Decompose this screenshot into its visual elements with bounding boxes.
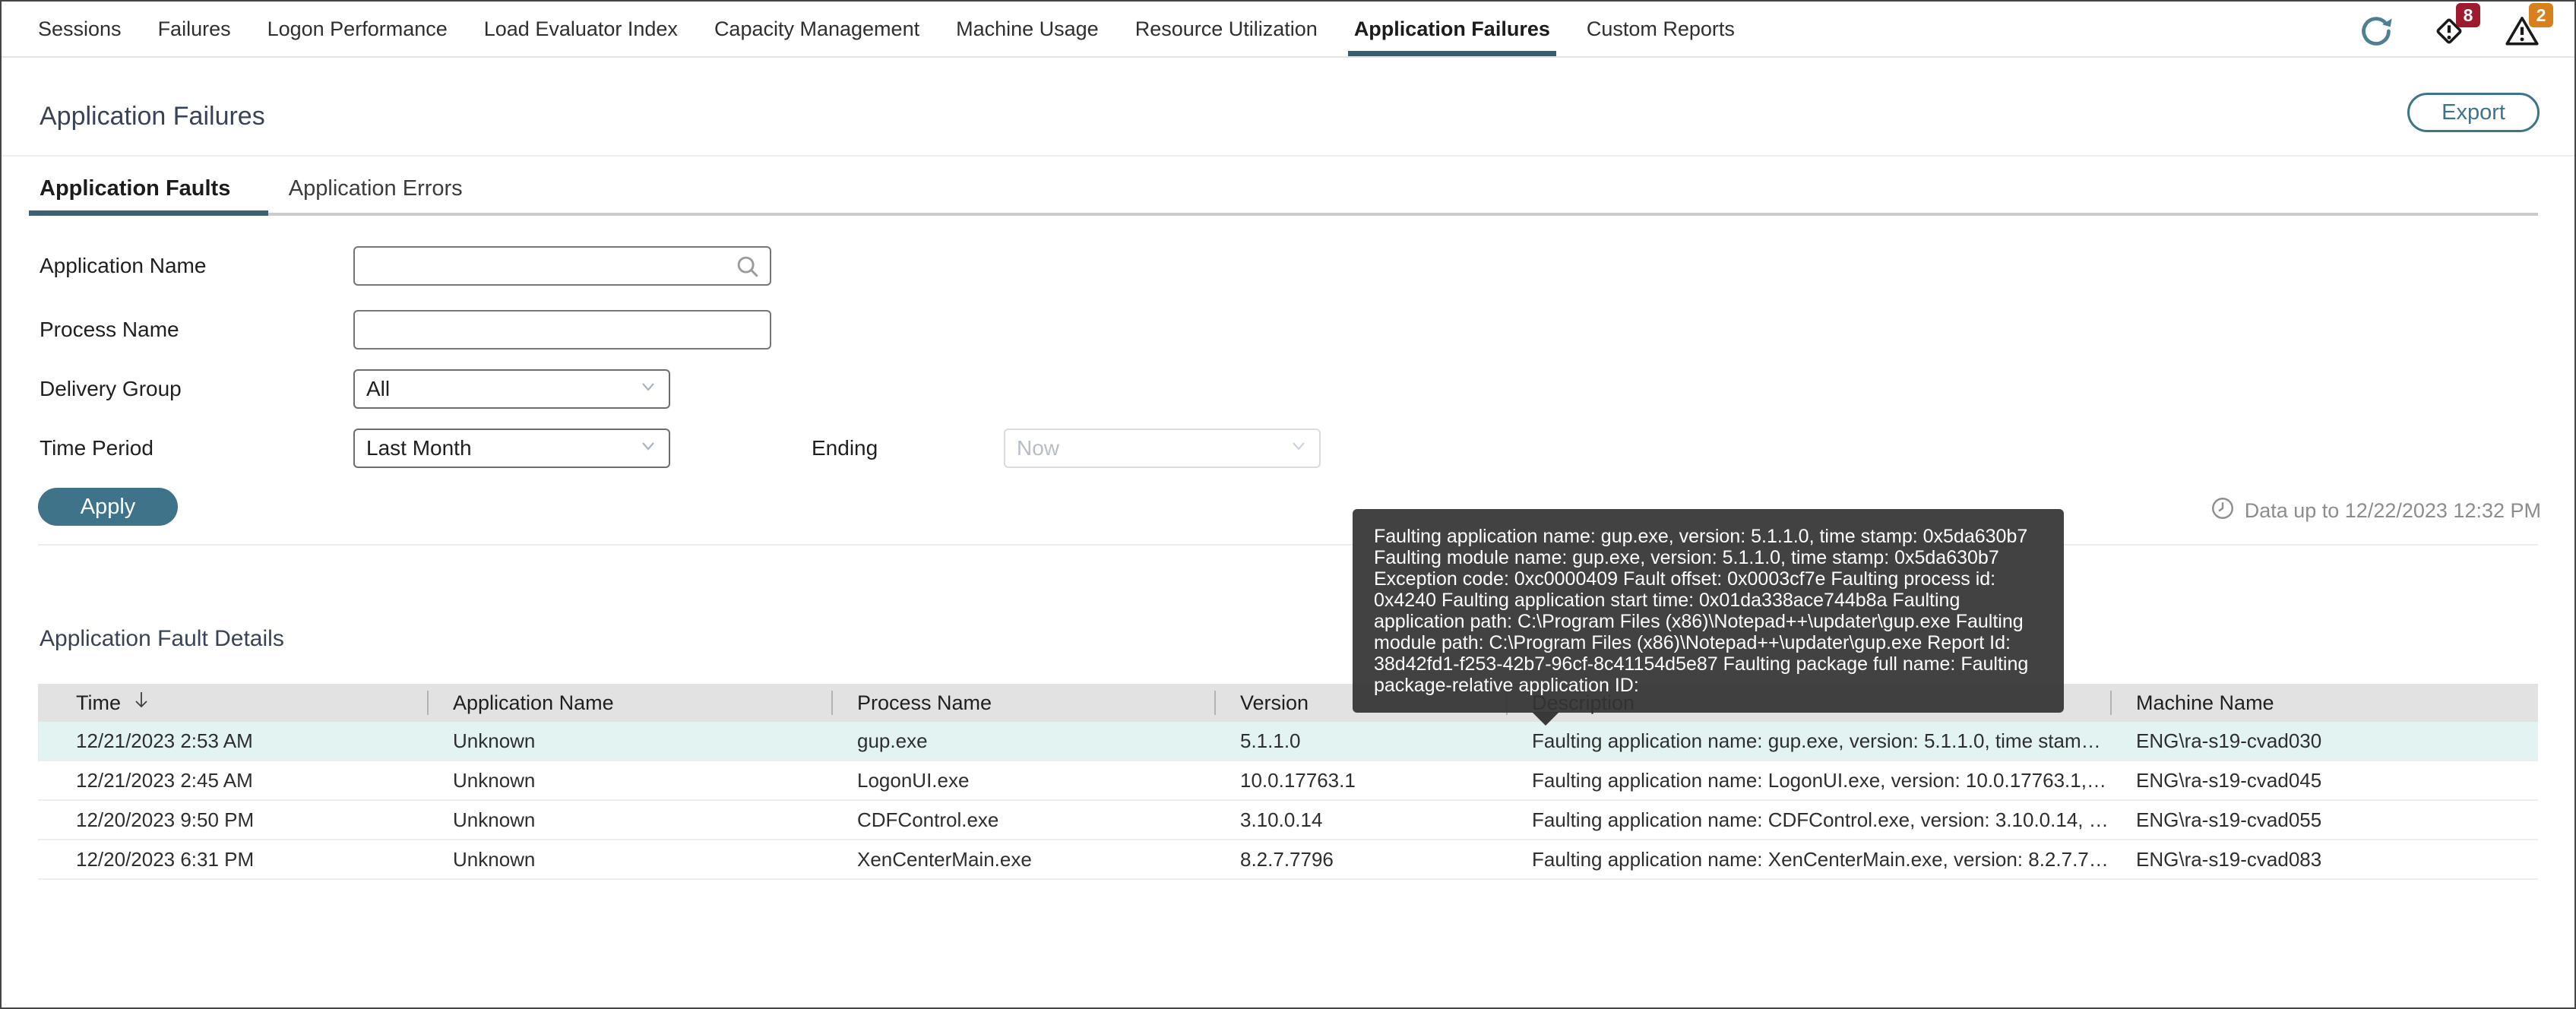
cell-machine-name: ENG\ra-s19-cvad030	[2136, 729, 2322, 752]
process-name-label: Process Name	[40, 318, 179, 341]
cell-application-name: Unknown	[453, 808, 536, 831]
apply-button[interactable]: Apply	[38, 488, 178, 526]
tab-application-failures[interactable]: Application Failures	[1347, 2, 1556, 56]
tab-capacity-management[interactable]: Capacity Management	[714, 2, 919, 56]
application-name-label: Application Name	[40, 254, 207, 277]
tab-resource-utilization[interactable]: Resource Utilization	[1135, 2, 1318, 56]
cell-time: 12/20/2023 9:50 PM	[76, 808, 255, 831]
column-header-application-name[interactable]: Application Name	[427, 684, 831, 722]
cell-version: 8.2.7.7796	[1240, 847, 1334, 871]
cell-application-name: Unknown	[453, 847, 536, 871]
cell-process-name: LogonUI.exe	[857, 768, 970, 792]
cell-time: 12/21/2023 2:53 AM	[76, 729, 253, 752]
cell-application-name: Unknown	[453, 729, 536, 752]
section-title: Application Fault Details	[40, 626, 284, 651]
ending-label: Ending	[812, 436, 878, 460]
table-header-row: Time Application Name Process Name Versi…	[38, 684, 2538, 722]
data-up-to-status: Data up to 12/22/2023 12:32 PM	[2210, 495, 2541, 527]
column-header-process-name[interactable]: Process Name	[831, 684, 1214, 722]
cell-process-name: CDFControl.exe	[857, 808, 999, 831]
tab-load-evaluator-index[interactable]: Load Evaluator Index	[484, 2, 678, 56]
chevron-down-icon	[637, 435, 660, 463]
cell-time: 12/21/2023 2:45 AM	[76, 768, 253, 792]
ending-value: Now	[1017, 436, 1060, 460]
delivery-group-value: All	[366, 377, 391, 400]
cell-machine-name: ENG\ra-s19-cvad045	[2136, 768, 2322, 792]
tab-machine-usage[interactable]: Machine Usage	[956, 2, 1099, 56]
table-row[interactable]: 12/21/2023 2:45 AM Unknown LogonUI.exe 1…	[38, 761, 2538, 801]
header-divider	[2, 155, 2574, 157]
sub-tab-bar: Application Faults Application Errors	[28, 164, 2538, 216]
time-period-label: Time Period	[40, 436, 153, 460]
ending-select[interactable]: Now	[1004, 429, 1321, 468]
data-up-to-text: Data up to 12/22/2023 12:32 PM	[2244, 499, 2541, 522]
critical-alerts-icon[interactable]: 8	[2429, 3, 2480, 52]
warnings-badge: 2	[2529, 3, 2553, 27]
cell-machine-name: ENG\ra-s19-cvad083	[2136, 847, 2322, 871]
cell-application-name: Unknown	[453, 768, 536, 792]
table-row[interactable]: 12/21/2023 2:53 AM Unknown gup.exe 5.1.1…	[38, 722, 2538, 761]
application-name-input[interactable]	[353, 246, 771, 286]
cell-description: Faulting application name: LogonUI.exe, …	[1532, 768, 2110, 792]
cell-process-name: gup.exe	[857, 729, 928, 752]
sort-descending-icon	[131, 689, 151, 717]
top-nav: Sessions Failures Logon Performance Load…	[2, 2, 2574, 58]
tab-custom-reports[interactable]: Custom Reports	[1587, 2, 1735, 56]
column-header-time[interactable]: Time	[38, 684, 427, 722]
chevron-down-icon	[1287, 435, 1310, 463]
warnings-icon[interactable]: 2	[2502, 3, 2553, 52]
cell-machine-name: ENG\ra-s19-cvad055	[2136, 808, 2322, 831]
cell-process-name: XenCenterMain.exe	[857, 847, 1032, 871]
cell-version: 3.10.0.14	[1240, 808, 1323, 831]
column-header-machine-name[interactable]: Machine Name	[2110, 684, 2538, 722]
section-divider	[38, 544, 2538, 546]
tab-sessions[interactable]: Sessions	[38, 2, 122, 56]
subtab-application-faults[interactable]: Application Faults	[28, 164, 269, 216]
clock-icon	[2210, 495, 2236, 527]
cell-time: 12/20/2023 6:31 PM	[76, 847, 255, 871]
subtab-application-errors[interactable]: Application Errors	[287, 164, 464, 213]
cell-version: 10.0.17763.1	[1240, 768, 1356, 792]
tab-logon-performance[interactable]: Logon Performance	[267, 2, 448, 56]
description-tooltip-text: Faulting application name: gup.exe, vers…	[1374, 526, 2029, 696]
table-row[interactable]: 12/20/2023 6:31 PM Unknown XenCenterMain…	[38, 840, 2538, 880]
cell-version: 5.1.1.0	[1240, 729, 1301, 752]
page-title: Application Failures	[40, 102, 265, 131]
process-name-input[interactable]	[353, 310, 771, 350]
delivery-group-select[interactable]: All	[353, 369, 670, 409]
delivery-group-label: Delivery Group	[40, 377, 182, 400]
table-row[interactable]: 12/20/2023 9:50 PM Unknown CDFControl.ex…	[38, 801, 2538, 840]
export-button[interactable]: Export	[2407, 93, 2540, 132]
cell-description: Faulting application name: XenCenterMain…	[1532, 847, 2110, 871]
critical-alerts-badge: 8	[2456, 3, 2480, 27]
cell-description: Faulting application name: CDFControl.ex…	[1532, 808, 2110, 831]
application-failures-page: Sessions Failures Logon Performance Load…	[0, 0, 2576, 1009]
application-fault-details-table: Time Application Name Process Name Versi…	[38, 684, 2538, 880]
time-period-select[interactable]: Last Month	[353, 429, 670, 468]
time-period-value: Last Month	[366, 436, 472, 460]
tab-failures[interactable]: Failures	[158, 2, 231, 56]
refresh-icon[interactable]	[2356, 11, 2397, 52]
chevron-down-icon	[637, 375, 660, 403]
nav-icon-group: 8 2	[2356, 3, 2553, 52]
description-tooltip: Faulting application name: gup.exe, vers…	[1353, 509, 2064, 726]
cell-description: Faulting application name: gup.exe, vers…	[1532, 729, 2110, 752]
